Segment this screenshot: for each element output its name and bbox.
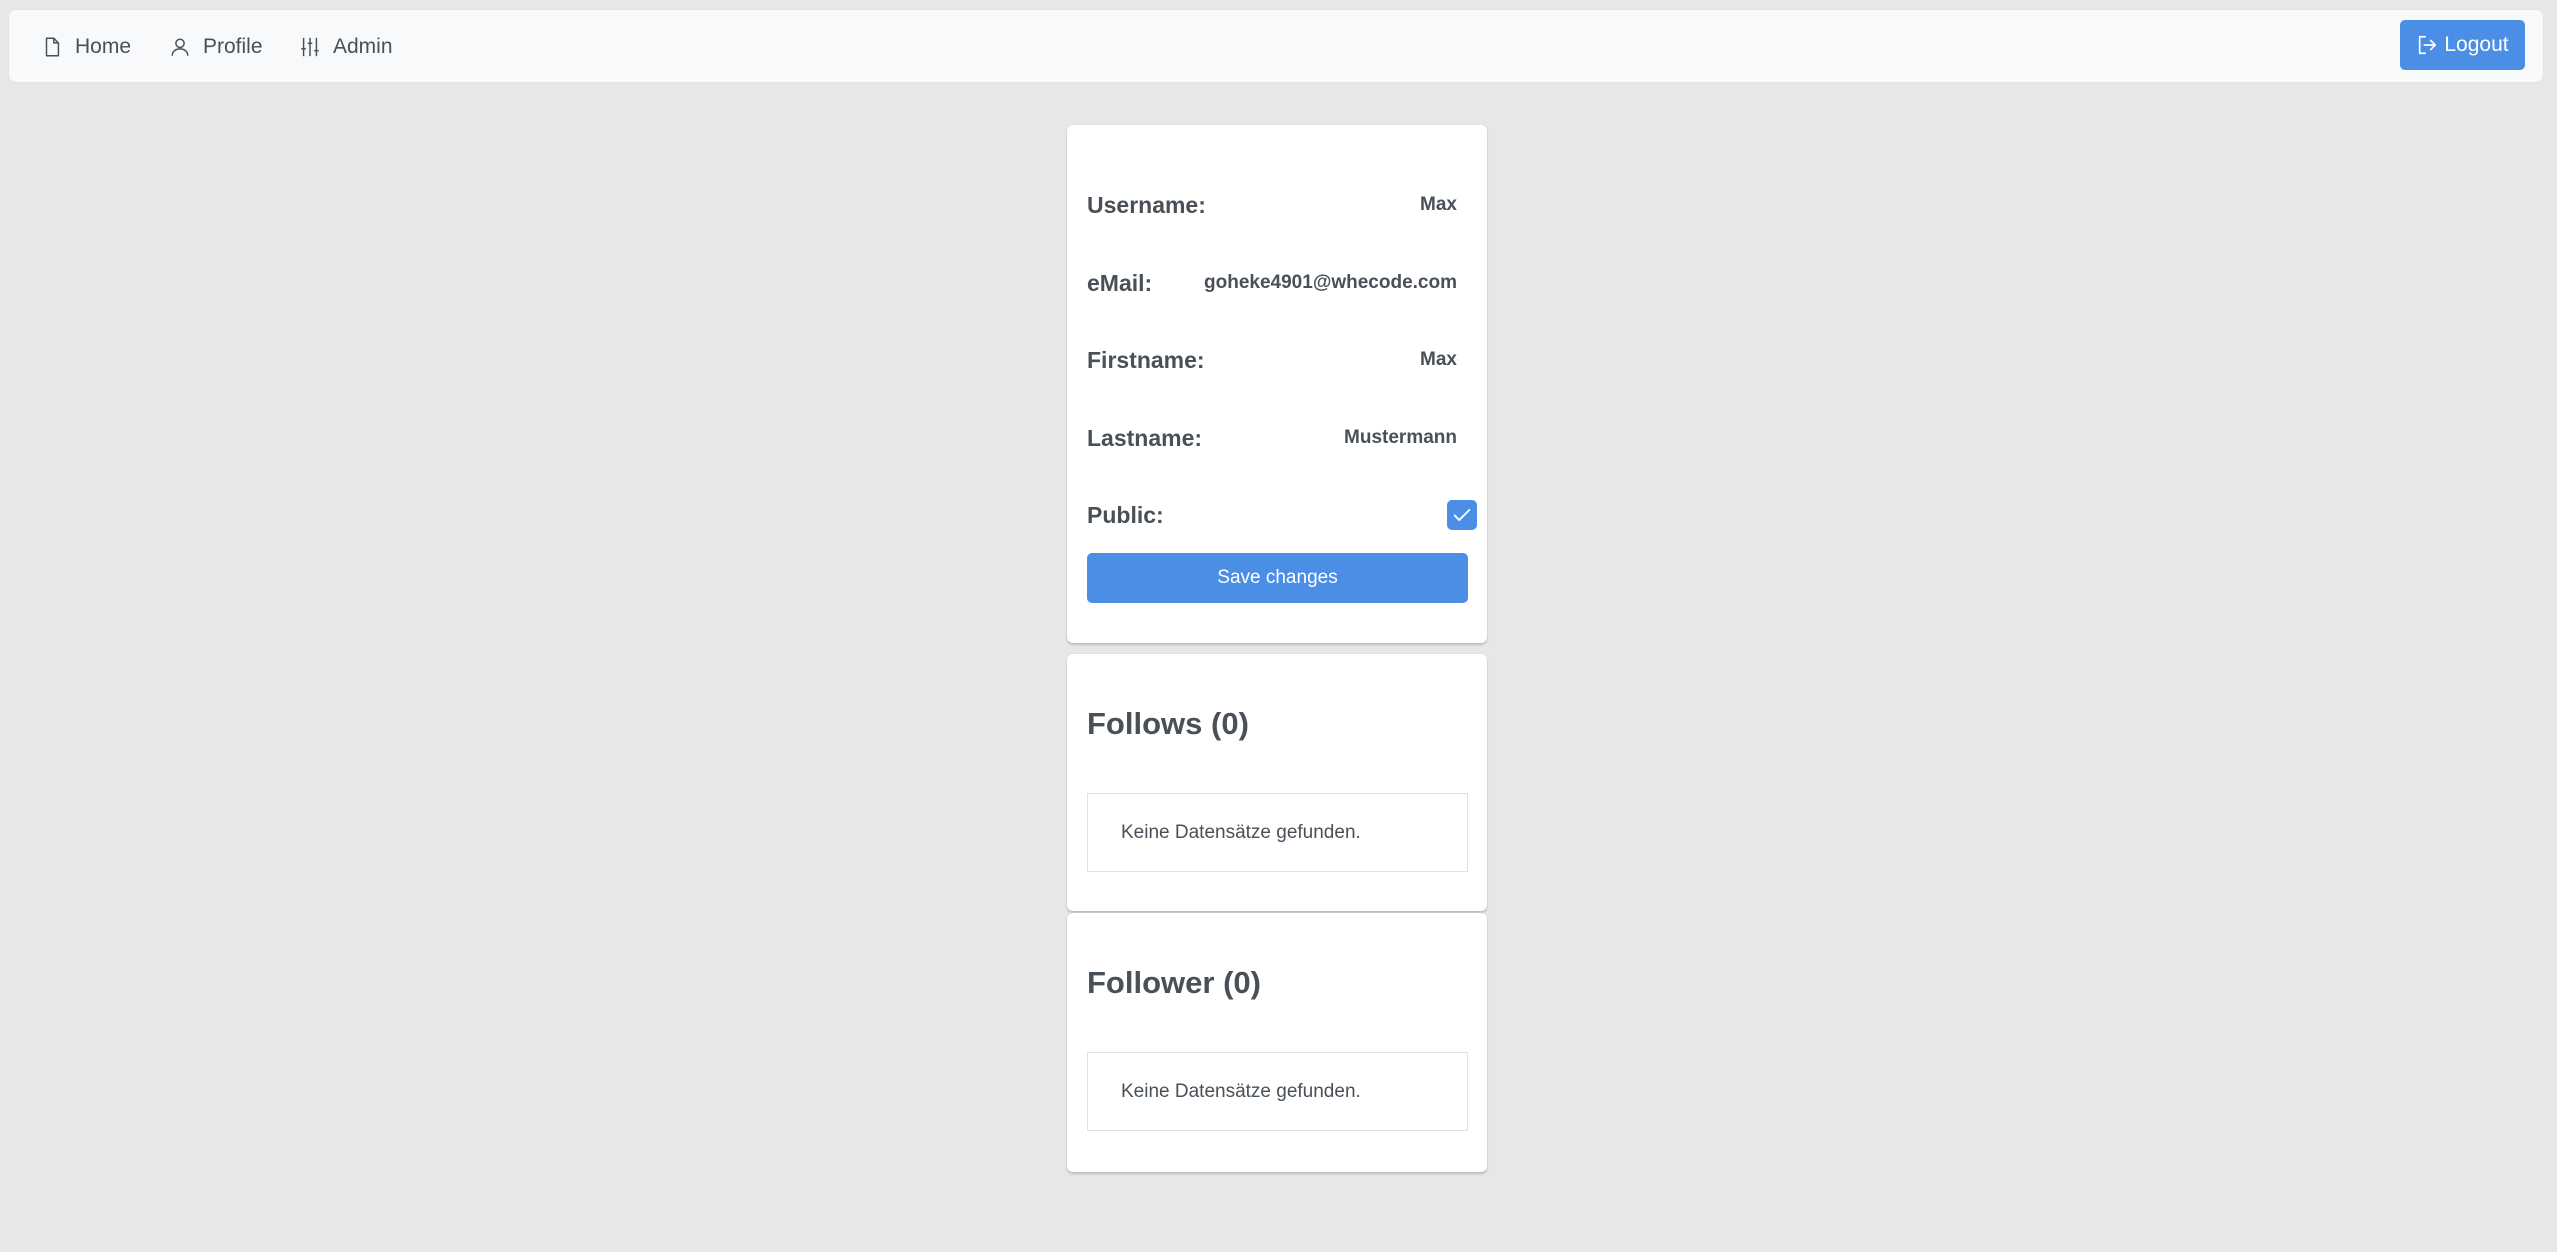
follower-empty-message: Keine Datensätze gefunden.	[1087, 1052, 1468, 1131]
username-row: Username: Max	[1087, 185, 1457, 225]
menu-item-profile[interactable]: Profile	[169, 10, 263, 84]
public-row: Public:	[1087, 495, 1477, 535]
save-changes-button[interactable]: Save changes	[1087, 553, 1468, 603]
email-value[interactable]: goheke4901@whecode.com	[1204, 272, 1457, 294]
menu-item-home-label: Home	[75, 35, 132, 58]
file-icon	[41, 36, 63, 58]
check-icon	[1453, 509, 1471, 521]
public-checkbox[interactable]	[1447, 500, 1477, 530]
logout-button[interactable]: Logout	[2400, 20, 2525, 70]
menu-item-profile-label: Profile	[203, 35, 263, 58]
follows-title: Follows (0)	[1087, 706, 1249, 741]
username-value[interactable]: Max	[1420, 194, 1457, 216]
follower-title: Follower (0)	[1087, 965, 1261, 1000]
top-menubar: Home Profile Admin Logout	[8, 9, 2544, 83]
follower-card: Follower (0) Keine Datensätze gefunden.	[1067, 913, 1487, 1172]
follows-card: Follows (0) Keine Datensätze gefunden.	[1067, 654, 1487, 911]
lastname-label: Lastname:	[1087, 424, 1203, 451]
sign-out-icon	[2416, 34, 2438, 56]
lastname-value[interactable]: Mustermann	[1344, 427, 1457, 449]
email-label: eMail:	[1087, 269, 1153, 296]
sliders-icon	[299, 36, 321, 58]
firstname-row: Firstname: Max	[1087, 340, 1457, 380]
email-row: eMail: goheke4901@whecode.com	[1087, 263, 1457, 303]
lastname-row: Lastname: Mustermann	[1087, 418, 1457, 458]
profile-card: Username: Max eMail: goheke4901@whecode.…	[1067, 125, 1487, 643]
menu-item-admin-label: Admin	[333, 35, 393, 58]
logout-button-label: Logout	[2444, 33, 2509, 56]
menu-item-admin[interactable]: Admin	[299, 10, 393, 84]
firstname-value[interactable]: Max	[1420, 349, 1457, 371]
username-label: Username:	[1087, 191, 1206, 218]
follows-empty-message: Keine Datensätze gefunden.	[1087, 793, 1468, 872]
user-icon	[169, 36, 191, 58]
firstname-label: Firstname:	[1087, 346, 1205, 373]
public-label: Public:	[1087, 501, 1164, 528]
menu-item-home[interactable]: Home	[41, 10, 131, 84]
